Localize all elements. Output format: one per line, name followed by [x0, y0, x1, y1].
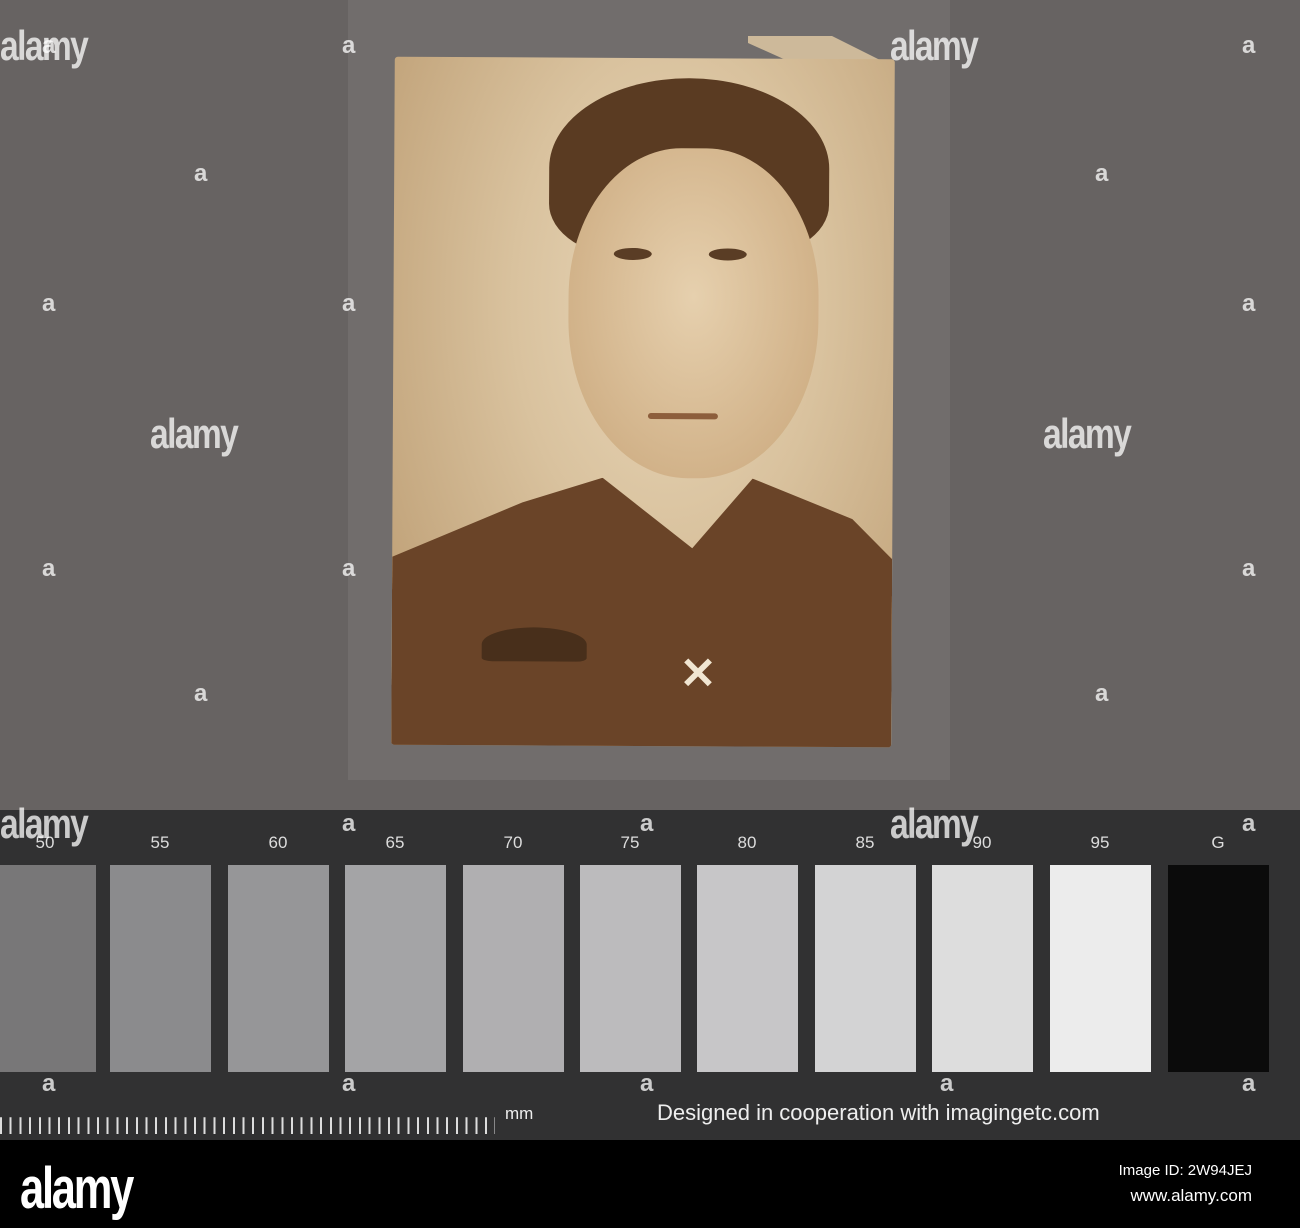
gray-patch-75 [580, 865, 681, 1072]
left-eye [613, 247, 652, 261]
gray-patch-50 [0, 865, 96, 1072]
watermark-mark: a [1242, 1070, 1256, 1097]
gray-patch-90 [932, 865, 1033, 1072]
gray-patch-60 [228, 865, 329, 1072]
watermark-mark: a [342, 810, 356, 837]
watermark-mark: a [1095, 160, 1109, 187]
scale-label: 65 [385, 833, 405, 852]
gray-patch-95 [1050, 865, 1151, 1072]
footer-logo: alamy [20, 1156, 134, 1221]
gray-patch-55 [110, 865, 211, 1072]
scale-label: 60 [268, 833, 288, 852]
alamy-watermark: alamy [890, 800, 979, 847]
watermark-mark: a [342, 1070, 356, 1097]
watermark-mark: a [640, 1070, 654, 1097]
gray-patch-80 [697, 865, 798, 1072]
right-eye [708, 248, 747, 261]
ruler-unit: mm [505, 1104, 534, 1123]
scale-label: 95 [1090, 833, 1110, 852]
watermark-mark: a [194, 680, 208, 707]
sailor-portrait-photo: ✕ [391, 56, 895, 748]
alamy-watermark: alamy [0, 800, 89, 847]
scale-label: 80 [737, 833, 757, 852]
watermark-mark: a [42, 1070, 56, 1097]
alamy-watermark: alamy [890, 22, 979, 69]
scale-label: 70 [503, 833, 523, 852]
alamy-watermark: alamy [1043, 410, 1132, 457]
watermark-mark: a [342, 290, 356, 317]
watermark-mark: a [940, 1070, 954, 1097]
gray-patch-85 [815, 865, 916, 1072]
watermark-mark: a [342, 555, 356, 582]
watermark-mark: a [42, 290, 56, 317]
alamy-watermark: alamy [150, 410, 239, 457]
scale-label: 55 [150, 833, 170, 852]
watermark-mark: a [42, 555, 56, 582]
eagle-insignia [481, 627, 587, 662]
watermark-mark: a [194, 160, 208, 187]
gray-patch-65 [345, 865, 446, 1072]
gray-patch-70 [463, 865, 564, 1072]
mouth [647, 413, 718, 420]
white-cross-mark: ✕ [679, 649, 717, 699]
watermark-mark: a [1242, 555, 1256, 582]
watermark-mark: a [640, 810, 654, 837]
scale-label: 75 [620, 833, 640, 852]
watermark-mark: a [42, 32, 56, 59]
chart-credit: Designed in cooperation with imagingetc.… [657, 1100, 1100, 1125]
watermark-mark: a [1242, 810, 1256, 837]
face [567, 147, 820, 479]
watermark-mark: a [1242, 290, 1256, 317]
image-id: Image ID: 2W94JEJ [1118, 1162, 1252, 1179]
gray-patch-G [1168, 865, 1269, 1072]
watermark-mark: a [1242, 32, 1256, 59]
watermark-mark: a [1095, 680, 1109, 707]
watermark-mark: a [342, 32, 356, 59]
footer-url: www.alamy.com [1130, 1186, 1252, 1205]
footer-bar [0, 1140, 1300, 1228]
